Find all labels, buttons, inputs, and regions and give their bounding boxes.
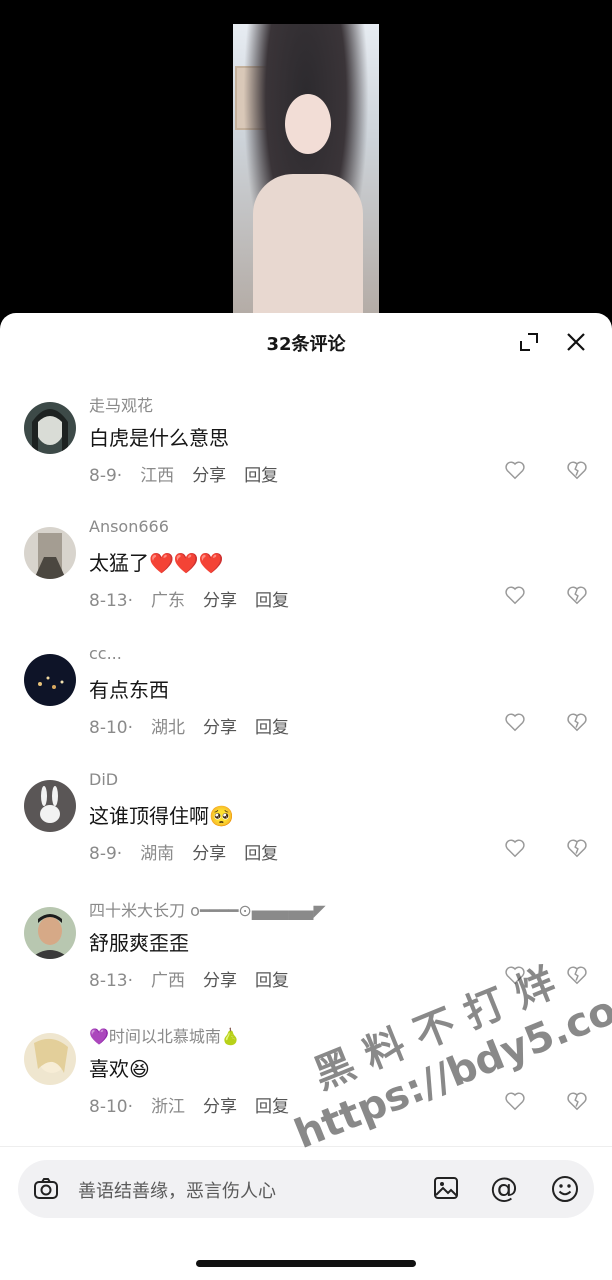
home-indicator[interactable] xyxy=(196,1260,416,1267)
comment-text: 舒服爽歪歪 xyxy=(89,931,189,955)
comment-date: 8-13 xyxy=(89,971,128,991)
avatar[interactable] xyxy=(24,654,76,706)
comment-username[interactable]: DiD xyxy=(89,770,118,789)
comment-region-dot: · xyxy=(127,971,133,991)
comment-text: 白虎是什么意思 xyxy=(89,426,229,450)
heart-icon[interactable] xyxy=(504,837,526,859)
reply-button[interactable]: 回复 xyxy=(244,466,278,486)
close-icon[interactable] xyxy=(565,331,587,353)
comment-meta: 8-9· 江西 分享 回复 xyxy=(89,461,296,486)
video-subject-body xyxy=(253,174,363,314)
emoji-icon[interactable] xyxy=(550,1174,580,1204)
heart-icon[interactable] xyxy=(504,711,526,733)
broken-heart-icon[interactable] xyxy=(566,584,588,606)
reply-button[interactable]: 回复 xyxy=(255,971,289,991)
comment-date: 8-9 xyxy=(89,466,117,486)
comment-region-dot: · xyxy=(116,466,123,486)
heart-icon[interactable] xyxy=(504,459,526,481)
video-subject-face xyxy=(285,94,331,154)
comment-date: 8-9 xyxy=(89,844,117,864)
broken-heart-icon[interactable] xyxy=(566,1090,588,1112)
share-button[interactable]: 分享 xyxy=(203,1097,237,1117)
comment-input-bar[interactable]: 善语结善缘，恶言伤人心 @ xyxy=(18,1160,594,1218)
comment-region: 江西 xyxy=(140,466,175,486)
comment-region: 广东 xyxy=(151,591,185,611)
at-icon[interactable]: @ xyxy=(490,1172,518,1204)
comment-date: 8-13 xyxy=(89,591,128,611)
reply-button[interactable]: 回复 xyxy=(244,844,278,864)
comment-item: 走马观花 白虎是什么意思 8-9· 江西 分享 回复 xyxy=(0,396,612,522)
comment-region-dot: · xyxy=(127,591,133,611)
avatar[interactable] xyxy=(24,527,76,579)
heart-icon[interactable] xyxy=(504,1090,526,1112)
share-button[interactable]: 分享 xyxy=(203,718,237,738)
image-icon[interactable] xyxy=(432,1174,460,1202)
comment-meta: 8-10· 浙江 分享 回复 xyxy=(89,1092,307,1117)
avatar[interactable] xyxy=(24,907,76,959)
video-thumbnail[interactable] xyxy=(233,24,379,314)
comment-meta: 8-9· 湖南 分享 回复 xyxy=(89,839,296,864)
share-button[interactable]: 分享 xyxy=(203,591,237,611)
camera-icon[interactable] xyxy=(32,1175,60,1203)
comment-item: DiD 这谁顶得住啊🥺 8-9· 湖南 分享 回复 xyxy=(0,770,612,900)
comment-text: 这谁顶得住啊🥺 xyxy=(89,804,234,828)
avatar[interactable] xyxy=(24,402,76,454)
comment-region-dot: · xyxy=(116,844,123,864)
comment-meta: 8-10· 湖北 分享 回复 xyxy=(89,713,307,738)
comment-date: 8-10 xyxy=(89,718,128,738)
comment-region: 湖北 xyxy=(151,718,185,738)
share-button[interactable]: 分享 xyxy=(203,971,237,991)
comment-region: 广西 xyxy=(151,971,185,991)
comment-item: cc... 有点东西 8-10· 湖北 分享 回复 xyxy=(0,644,612,774)
broken-heart-icon[interactable] xyxy=(566,837,588,859)
expand-icon[interactable] xyxy=(518,331,540,353)
comment-text: 喜欢😆 xyxy=(89,1057,150,1081)
comment-text: 太猛了❤️❤️❤️ xyxy=(89,551,224,575)
comment-item: Anson666 太猛了❤️❤️❤️ 8-13· 广东 分享 回复 xyxy=(0,517,612,647)
comment-date: 8-10 xyxy=(89,1097,128,1117)
comment-username[interactable]: 走马观花 xyxy=(89,392,153,416)
comment-meta: 8-13· 广东 分享 回复 xyxy=(89,586,307,611)
avatar[interactable] xyxy=(24,780,76,832)
broken-heart-icon[interactable] xyxy=(566,459,588,481)
reply-button[interactable]: 回复 xyxy=(255,591,289,611)
comment-input-placeholder[interactable]: 善语结善缘，恶言伤人心 xyxy=(78,1177,276,1203)
comment-region-dot: · xyxy=(127,718,133,738)
heart-icon[interactable] xyxy=(504,584,526,606)
comment-region-dot: · xyxy=(127,1097,133,1117)
comment-username[interactable]: cc... xyxy=(89,644,122,663)
comment-username[interactable]: Anson666 xyxy=(89,517,169,536)
share-button[interactable]: 分享 xyxy=(192,466,226,486)
avatar[interactable] xyxy=(24,1033,76,1085)
reply-button[interactable]: 回复 xyxy=(255,718,289,738)
comment-region: 浙江 xyxy=(151,1097,185,1117)
broken-heart-icon[interactable] xyxy=(566,711,588,733)
comment-username[interactable]: 💜时间以北慕城南🍐 xyxy=(89,1023,241,1047)
comment-username[interactable]: 四十米大长刀 o━━━━⊙▄▄▄▄▄◤ xyxy=(89,897,326,921)
comment-meta: 8-13· 广西 分享 回复 xyxy=(89,966,307,991)
comment-region: 湖南 xyxy=(140,844,175,864)
comment-text: 有点东西 xyxy=(89,678,169,702)
share-button[interactable]: 分享 xyxy=(192,844,226,864)
